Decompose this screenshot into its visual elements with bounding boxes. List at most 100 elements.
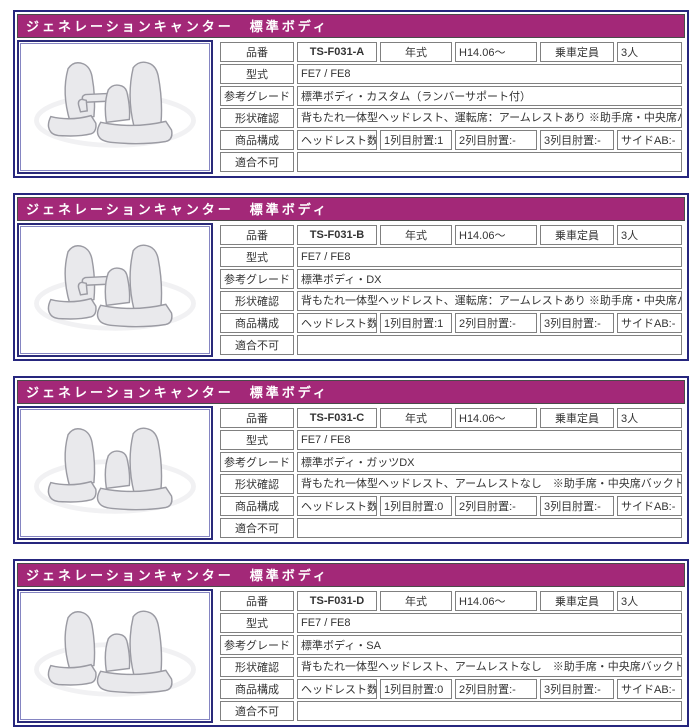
year-value: H14.06～ [455,42,537,62]
grade-value: 標準ボディ・SA [297,635,682,655]
grade-label: 参考グレード [220,86,294,106]
row-part-year-capacity: 品番 TS-F031-D 年式 H14.06～ 乗車定員 3人 [220,591,682,611]
year-value: H14.06～ [455,591,537,611]
composition-row2-armrest: 2列目肘置:- [455,496,537,516]
row-incompatible: 適合不可 [220,335,682,355]
product-block-body: 品番 TS-F031-A 年式 H14.06～ 乗車定員 3人 型式 FE7 /… [17,40,685,174]
composition-row3-armrest: 3列目肘置:- [540,679,614,699]
grade-label: 参考グレード [220,452,294,472]
composition-row3-armrest: 3列目肘置:- [540,496,614,516]
row-model: 型式 FE7 / FE8 [220,430,682,450]
incompatible-label: 適合不可 [220,701,294,721]
row-shape: 形状確認 背もたれ一体型ヘッドレスト、アームレストなし ※助手席・中央席バックト… [220,474,682,494]
composition-side-ab: サイドAB:- [617,130,682,150]
composition-label: 商品構成 [220,130,294,150]
composition-side-ab: サイドAB:- [617,496,682,516]
composition-row1-armrest: 1列目肘置:1 [380,313,452,333]
shape-value: 背もたれ一体型ヘッドレスト、アームレストなし ※助手席・中央席バックトレイあり [297,474,682,494]
model-label: 型式 [220,613,294,633]
seat-image [20,43,210,171]
part-no-label: 品番 [220,408,294,428]
composition-row3-armrest: 3列目肘置:- [540,313,614,333]
shape-label: 形状確認 [220,474,294,494]
row-model: 型式 FE7 / FE8 [220,613,682,633]
shape-value: 背もたれ一体型ヘッドレスト、アームレストなし ※助手席・中央席バックトレイなし [297,657,682,677]
row-shape: 形状確認 背もたれ一体型ヘッドレスト、アームレストなし ※助手席・中央席バックト… [220,657,682,677]
row-composition: 商品構成 ヘッドレスト数:0 1列目肘置:0 2列目肘置:- 3列目肘置:- サ… [220,679,682,699]
model-value: FE7 / FE8 [297,247,682,267]
capacity-value: 3人 [617,225,682,245]
year-value: H14.06～ [455,225,537,245]
seat-image-frame [17,40,213,174]
product-block-title: ジェネレーションキャンター 標準ボディ [17,14,685,38]
row-model: 型式 FE7 / FE8 [220,247,682,267]
shape-label: 形状確認 [220,108,294,128]
year-label: 年式 [380,225,452,245]
product-block-title: ジェネレーションキャンター 標準ボディ [17,197,685,221]
row-incompatible: 適合不可 [220,701,682,721]
model-label: 型式 [220,64,294,84]
grade-value: 標準ボディ・カスタム（ランバーサポート付） [297,86,682,106]
product-block-body: 品番 TS-F031-C 年式 H14.06～ 乗車定員 3人 型式 FE7 /… [17,406,685,540]
seat-image-frame [17,223,213,357]
product-block: ジェネレーションキャンター 標準ボディ [13,10,689,178]
composition-headrest: ヘッドレスト数:0 [297,130,377,150]
capacity-label: 乗車定員 [540,591,614,611]
composition-row2-armrest: 2列目肘置:- [455,130,537,150]
composition-headrest: ヘッドレスト数:0 [297,496,377,516]
spec-table: 品番 TS-F031-D 年式 H14.06～ 乗車定員 3人 型式 FE7 /… [217,589,685,723]
row-shape: 形状確認 背もたれ一体型ヘッドレスト、運転席：アームレストあり ※助手席・中央席… [220,108,682,128]
spec-table: 品番 TS-F031-A 年式 H14.06～ 乗車定員 3人 型式 FE7 /… [217,40,685,174]
composition-row2-armrest: 2列目肘置:- [455,313,537,333]
row-grade: 参考グレード 標準ボディ・DX [220,269,682,289]
capacity-value: 3人 [617,591,682,611]
row-composition: 商品構成 ヘッドレスト数:0 1列目肘置:1 2列目肘置:- 3列目肘置:- サ… [220,313,682,333]
composition-side-ab: サイドAB:- [617,313,682,333]
seat-image-frame [17,406,213,540]
composition-row2-armrest: 2列目肘置:- [455,679,537,699]
part-no-value: TS-F031-A [297,42,377,62]
row-grade: 参考グレード 標準ボディ・SA [220,635,682,655]
composition-row1-armrest: 1列目肘置:1 [380,130,452,150]
product-block-body: 品番 TS-F031-B 年式 H14.06～ 乗車定員 3人 型式 FE7 /… [17,223,685,357]
page: { "header_title": "ジェネレーションキャンター 標準ボディ",… [0,0,700,727]
incompatible-label: 適合不可 [220,518,294,538]
shape-label: 形状確認 [220,657,294,677]
spec-table: 品番 TS-F031-C 年式 H14.06～ 乗車定員 3人 型式 FE7 /… [217,406,685,540]
row-grade: 参考グレード 標準ボディ・ガッツDX [220,452,682,472]
product-block-body: 品番 TS-F031-D 年式 H14.06～ 乗車定員 3人 型式 FE7 /… [17,589,685,723]
part-no-label: 品番 [220,591,294,611]
row-incompatible: 適合不可 [220,152,682,172]
capacity-value: 3人 [617,42,682,62]
seat-line-drawing-icon [34,244,196,331]
composition-side-ab: サイドAB:- [617,679,682,699]
row-grade: 参考グレード 標準ボディ・カスタム（ランバーサポート付） [220,86,682,106]
grade-value: 標準ボディ・ガッツDX [297,452,682,472]
row-composition: 商品構成 ヘッドレスト数:0 1列目肘置:1 2列目肘置:- 3列目肘置:- サ… [220,130,682,150]
incompatible-value [297,701,682,721]
composition-label: 商品構成 [220,313,294,333]
row-part-year-capacity: 品番 TS-F031-B 年式 H14.06～ 乗車定員 3人 [220,225,682,245]
grade-value: 標準ボディ・DX [297,269,682,289]
model-value: FE7 / FE8 [297,613,682,633]
product-block-title: ジェネレーションキャンター 標準ボディ [17,563,685,587]
grade-label: 参考グレード [220,635,294,655]
shape-value: 背もたれ一体型ヘッドレスト、運転席：アームレストあり ※助手席・中央席バックトレ… [297,108,682,128]
composition-headrest: ヘッドレスト数:0 [297,313,377,333]
composition-label: 商品構成 [220,679,294,699]
seat-line-drawing-icon [34,610,196,697]
seat-image [20,226,210,354]
year-label: 年式 [380,42,452,62]
year-value: H14.06～ [455,408,537,428]
seat-image [20,409,210,537]
part-no-label: 品番 [220,225,294,245]
row-part-year-capacity: 品番 TS-F031-C 年式 H14.06～ 乗車定員 3人 [220,408,682,428]
year-label: 年式 [380,591,452,611]
seat-line-drawing-icon [34,61,196,148]
spec-table: 品番 TS-F031-B 年式 H14.06～ 乗車定員 3人 型式 FE7 /… [217,223,685,357]
seat-image [20,592,210,720]
model-label: 型式 [220,430,294,450]
grade-label: 参考グレード [220,269,294,289]
incompatible-label: 適合不可 [220,335,294,355]
shape-label: 形状確認 [220,291,294,311]
